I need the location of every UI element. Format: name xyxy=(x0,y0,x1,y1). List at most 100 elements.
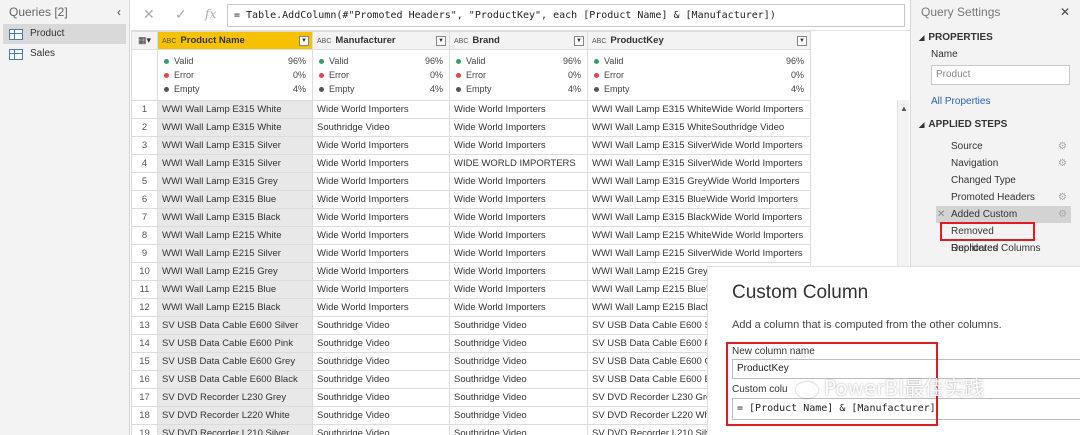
step-source[interactable]: Source ⚙ xyxy=(936,138,1071,155)
text-type-icon[interactable]: ABC xyxy=(162,38,176,45)
table-row[interactable]: 5 WWI Wall Lamp E315 Grey Wide World Impor… xyxy=(131,172,811,191)
close-icon[interactable]: ✕ xyxy=(1060,0,1070,24)
table-cell[interactable]: Southridge Video xyxy=(449,406,588,425)
table-cell[interactable]: SV USB Data Cable E600 Black xyxy=(157,370,313,389)
table-cell[interactable]: Wide World Importers xyxy=(312,226,450,245)
table-row[interactable]: 4 WWI Wall Lamp E315 Silver Wide World Imp… xyxy=(131,154,811,173)
table-row[interactable]: 3 WWI Wall Lamp E315 Silver Wide World Imp… xyxy=(131,136,811,155)
table-cell[interactable]: Wide World Importers xyxy=(312,280,450,299)
row-number[interactable]: 16 xyxy=(131,370,158,389)
table-cell[interactable]: WWI Wall Lamp E315 Silver xyxy=(157,136,313,155)
collapse-queries-icon[interactable]: ‹ xyxy=(117,0,121,24)
table-cell[interactable]: SV DVD Recorder L230 Grey xyxy=(157,388,313,407)
row-number[interactable]: 4 xyxy=(131,154,158,173)
gear-icon[interactable]: ⚙ xyxy=(1058,189,1067,206)
table-cell[interactable]: WWI Wall Lamp E315 WhiteWide World Impor… xyxy=(587,100,811,119)
row-number[interactable]: 12 xyxy=(131,298,158,317)
row-number[interactable]: 2 xyxy=(131,118,158,137)
table-cell[interactable]: WWI Wall Lamp E215 Grey xyxy=(157,262,313,281)
gear-icon[interactable]: ⚙ xyxy=(1058,138,1067,155)
text-type-icon[interactable]: ABC xyxy=(592,38,606,45)
table-cell[interactable]: Southridge Video xyxy=(312,334,450,353)
table-cell[interactable]: Wide World Importers xyxy=(312,244,450,263)
row-number[interactable]: 1 xyxy=(131,100,158,119)
table-cell[interactable]: Southridge Video xyxy=(312,406,450,425)
filter-dropdown-icon[interactable]: ▼ xyxy=(299,36,309,46)
table-cell[interactable]: Southridge Video xyxy=(312,388,450,407)
table-cell[interactable]: Wide World Importers xyxy=(312,298,450,317)
filter-dropdown-icon[interactable]: ▼ xyxy=(574,36,584,46)
table-cell[interactable]: WWI Wall Lamp E315 Black xyxy=(157,208,313,227)
table-cell[interactable]: Wide World Importers xyxy=(449,244,588,263)
table-cell[interactable]: WWI Wall Lamp E315 White xyxy=(157,100,313,119)
table-cell[interactable]: SV USB Data Cable E600 Silver xyxy=(157,316,313,335)
step-promoted-headers[interactable]: Promoted Headers ⚙ xyxy=(936,189,1071,206)
row-number[interactable]: 9 xyxy=(131,244,158,263)
table-cell[interactable]: Wide World Importers xyxy=(312,172,450,191)
table-cell[interactable]: Wide World Importers xyxy=(312,190,450,209)
table-cell[interactable]: Southridge Video xyxy=(449,370,588,389)
table-cell[interactable]: Wide World Importers xyxy=(312,208,450,227)
table-cell[interactable]: Southridge Video xyxy=(312,370,450,389)
column-header-product-name[interactable]: ABC Product Name ▼ xyxy=(157,31,313,50)
query-name-input[interactable]: Product xyxy=(931,65,1070,85)
table-cell[interactable]: Wide World Importers xyxy=(449,136,588,155)
table-cell[interactable]: Wide World Importers xyxy=(449,280,588,299)
fx-icon[interactable]: fx xyxy=(205,7,216,21)
column-header-brand[interactable]: ABC Brand ▼ xyxy=(449,31,588,50)
table-cell[interactable]: Wide World Importers xyxy=(312,136,450,155)
row-number[interactable]: 10 xyxy=(131,262,158,281)
table-cell[interactable]: WWI Wall Lamp E215 Blue xyxy=(157,280,313,299)
table-cell[interactable]: WWI Wall Lamp E315 White xyxy=(157,118,313,137)
filter-dropdown-icon[interactable]: ▼ xyxy=(436,36,446,46)
table-row[interactable]: 6 WWI Wall Lamp E315 Blue Wide World Impor… xyxy=(131,190,811,209)
collapse-triangle-icon[interactable]: ◢ xyxy=(919,35,924,42)
cancel-icon[interactable]: ✕ xyxy=(143,6,155,23)
table-cell[interactable]: Wide World Importers xyxy=(312,154,450,173)
table-cell[interactable]: Wide World Importers xyxy=(449,226,588,245)
text-type-icon[interactable]: ABC xyxy=(454,38,468,45)
query-item-sales[interactable]: Sales xyxy=(3,44,126,64)
table-cell[interactable]: WWI Wall Lamp E215 Silver xyxy=(157,244,313,263)
table-cell[interactable]: WWI Wall Lamp E315 SilverWide World Impo… xyxy=(587,154,811,173)
table-cell[interactable]: Southridge Video xyxy=(449,424,588,435)
row-number[interactable]: 13 xyxy=(131,316,158,335)
row-number[interactable]: 18 xyxy=(131,406,158,425)
table-cell[interactable]: WWI Wall Lamp E315 BlackWide World Impor… xyxy=(587,208,811,227)
table-cell[interactable]: SV USB Data Cable E600 Pink xyxy=(157,334,313,353)
gear-icon[interactable]: ⚙ xyxy=(1058,155,1067,172)
table-cell[interactable]: Southridge Video xyxy=(449,334,588,353)
step-navigation[interactable]: Navigation ⚙ xyxy=(936,155,1071,172)
table-cell[interactable]: WWI Wall Lamp E315 Grey xyxy=(157,172,313,191)
scroll-up-icon[interactable]: ▲ xyxy=(900,104,908,113)
text-type-icon[interactable]: ABC xyxy=(317,38,331,45)
table-row[interactable]: 1 WWI Wall Lamp E315 White Wide World Impo… xyxy=(131,100,811,119)
table-cell[interactable]: Southridge Video xyxy=(312,316,450,335)
applied-steps-section[interactable]: ◢ APPLIED STEPS xyxy=(911,119,1080,130)
table-cell[interactable]: WWI Wall Lamp E215 SilverWide World Impo… xyxy=(587,244,811,263)
table-cell[interactable]: Wide World Importers xyxy=(449,172,588,191)
table-cell[interactable]: SV DVD Recorder L210 Silver xyxy=(157,424,313,435)
table-cell[interactable]: Southridge Video xyxy=(312,118,450,137)
table-cell[interactable]: WWI Wall Lamp E215 Black xyxy=(157,298,313,317)
table-cell[interactable]: WWI Wall Lamp E315 WhiteSouthridge Video xyxy=(587,118,811,137)
step-changed-type[interactable]: Changed Type xyxy=(936,172,1071,189)
table-cell[interactable]: Southridge Video xyxy=(312,352,450,371)
row-number[interactable]: 7 xyxy=(131,208,158,227)
formula-input[interactable]: = Table.AddColumn(#"Promoted Headers", "… xyxy=(227,4,905,27)
column-header-manufacturer[interactable]: ABC Manufacturer ▼ xyxy=(312,31,450,50)
table-cell[interactable]: Wide World Importers xyxy=(449,100,588,119)
table-cell[interactable]: WWI Wall Lamp E215 WhiteWide World Impor… xyxy=(587,226,811,245)
row-number[interactable]: 6 xyxy=(131,190,158,209)
table-menu-icon[interactable]: ▦▾ xyxy=(131,31,158,50)
step-added-custom[interactable]: ✕ Added Custom ⚙ xyxy=(936,206,1071,223)
commit-icon[interactable]: ✓ xyxy=(175,6,187,23)
table-row[interactable]: 8 WWI Wall Lamp E215 White Wide World Impo… xyxy=(131,226,811,245)
table-cell[interactable]: Southridge Video xyxy=(449,388,588,407)
table-cell[interactable]: Wide World Importers xyxy=(449,298,588,317)
row-number[interactable]: 15 xyxy=(131,352,158,371)
table-cell[interactable]: Wide World Importers xyxy=(312,100,450,119)
table-cell[interactable]: WWI Wall Lamp E315 Blue xyxy=(157,190,313,209)
step-reordered-columns[interactable]: Reordered Columns xyxy=(936,240,1071,257)
table-cell[interactable]: Southridge Video xyxy=(312,424,450,435)
